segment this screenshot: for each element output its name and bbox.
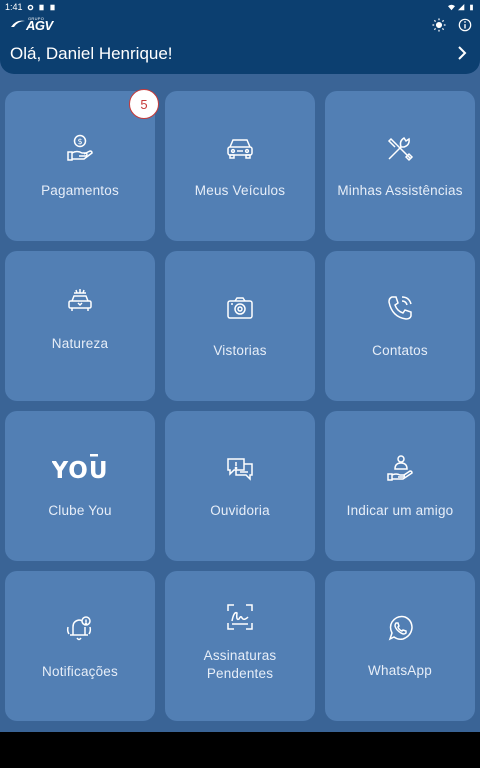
tile-label: Contatos <box>372 343 428 358</box>
tile-label: Meus Veículos <box>194 183 286 198</box>
nature-car-icon <box>68 289 92 311</box>
tile-indicar-amigo[interactable]: Indicar um amigo <box>325 411 475 561</box>
tile-label: Notificações <box>42 664 118 679</box>
chevron-right-icon[interactable] <box>456 45 468 61</box>
logo-swoosh-icon <box>11 20 25 27</box>
tile-label: Indicar um amigo <box>346 503 454 518</box>
tile-label: Clube You <box>48 503 112 518</box>
sim-icon <box>38 4 44 10</box>
svg-text:YOU: YOU <box>52 458 108 484</box>
signature-icon <box>227 604 253 630</box>
notification-badge: 5 <box>129 89 159 119</box>
status-bar: 1:41 <box>0 0 480 14</box>
tile-contatos[interactable]: Contatos <box>325 251 475 401</box>
tile-vistorias[interactable]: Vistorias <box>165 251 315 401</box>
you-logo: YOU <box>52 454 108 484</box>
tile-minhas-assistencias[interactable]: Minhas Assistências <box>325 91 475 241</box>
bell-icon <box>66 616 92 641</box>
info-icon[interactable] <box>458 18 472 32</box>
navigation-bar <box>0 732 480 768</box>
brightness-icon[interactable] <box>432 18 446 32</box>
payment-hand-icon: $ <box>67 134 93 161</box>
tile-pagamentos[interactable]: 5 $ Pagamentos <box>5 89 159 241</box>
signal-icon <box>458 3 465 10</box>
tile-label: Minhas Assistências <box>337 183 463 198</box>
wifi-icon <box>448 4 455 10</box>
tile-natureza[interactable]: Natureza <box>5 251 155 401</box>
battery-icon <box>470 4 473 10</box>
tile-assinaturas-pendentes[interactable]: Assinaturas Pendentes <box>165 571 315 721</box>
tile-label: Vistorias <box>213 343 267 358</box>
tile-label: Pagamentos <box>41 183 119 198</box>
phone-icon <box>388 296 412 320</box>
car-icon <box>227 139 253 159</box>
tile-ouvidoria[interactable]: Ouvidoria <box>165 411 315 561</box>
menu-grid: 5 $ Pagamentos Meus Veículos Minhas Assi… <box>5 89 475 721</box>
tile-label: Natureza <box>51 336 109 351</box>
chat-alert-icon <box>227 458 253 481</box>
whatsapp-icon <box>388 615 413 641</box>
greeting-text[interactable]: Olá, Daniel Henrique! <box>10 44 173 64</box>
tile-label: Assinaturas Pendentes <box>203 648 277 681</box>
tile-label: Ouvidoria <box>210 503 270 518</box>
agv-logo: GRUPO AGV <box>10 16 53 33</box>
app-header: GRUPO AGV Olá, Daniel Henrique! <box>0 14 480 74</box>
refer-friend-icon <box>387 455 413 481</box>
tile-notificacoes[interactable]: Notificações <box>5 571 155 721</box>
clipboard-icon <box>49 4 55 10</box>
tile-whatsapp[interactable]: WhatsApp <box>325 571 475 721</box>
svg-text:$: $ <box>77 137 82 146</box>
camera-icon <box>227 297 253 319</box>
tile-label: WhatsApp <box>368 663 432 678</box>
tile-meus-veiculos[interactable]: Meus Veículos <box>165 91 315 241</box>
status-time: 1:41 <box>5 2 23 12</box>
tile-clube-you[interactable]: YOU Clube You <box>5 411 155 561</box>
settings-icon <box>27 4 33 10</box>
tools-icon <box>387 136 414 162</box>
